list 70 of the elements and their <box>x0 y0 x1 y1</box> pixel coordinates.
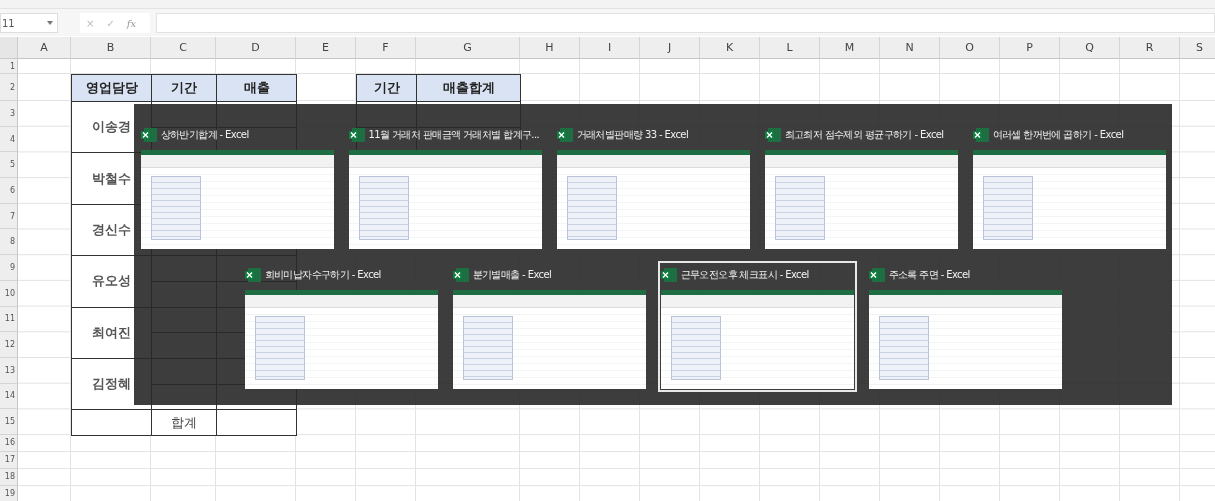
header-cell: 기간 <box>356 74 417 102</box>
name-box[interactable]: 11 <box>0 13 58 33</box>
row-header[interactable]: 12 <box>0 332 18 358</box>
column-header[interactable]: Q <box>1060 37 1120 59</box>
app-icon <box>868 268 885 282</box>
window-switcher-item[interactable]: 회비미납자수구하기 - Excel <box>241 261 441 392</box>
column-header[interactable]: E <box>296 37 356 59</box>
row-header[interactable]: 7 <box>0 203 18 230</box>
column-header[interactable]: D <box>216 37 296 59</box>
column-header[interactable]: R <box>1120 37 1180 59</box>
window-switcher-item[interactable]: 최고최저 점수제외 평균구하기 - Excel <box>761 121 961 252</box>
total-label: 합계 <box>151 409 217 436</box>
window-switcher-item[interactable]: 11월 거래처 판매금액 거래처별 합계구... <box>345 121 545 252</box>
column-header[interactable]: N <box>880 37 940 59</box>
column-header[interactable]: S <box>1180 37 1215 59</box>
app-icon <box>140 128 157 142</box>
app-icon <box>660 268 677 282</box>
row-header[interactable]: 8 <box>0 229 18 256</box>
app-icon <box>764 128 781 142</box>
column-header[interactable]: L <box>760 37 820 59</box>
column-header[interactable]: G <box>416 37 520 59</box>
column-header[interactable]: B <box>71 37 151 59</box>
row-header[interactable]: 6 <box>0 178 18 204</box>
window-switcher-item[interactable]: 분기별매출 - Excel <box>449 261 649 392</box>
app-icon <box>556 128 573 142</box>
header-cell: 영업담당 <box>71 74 152 102</box>
app-icon <box>452 268 469 282</box>
header-cell: 매출합계 <box>416 74 521 102</box>
row-header[interactable]: 1 <box>0 59 18 74</box>
row-header[interactable]: 14 <box>0 383 18 410</box>
window-title: 회비미납자수구하기 - Excel <box>264 268 381 282</box>
window-title: 근무오전오후 체크표시 - Excel <box>680 268 809 282</box>
app-icon <box>244 268 261 282</box>
window-title: 거래처별판매량 33 - Excel <box>576 128 689 142</box>
row-header[interactable]: 10 <box>0 280 18 307</box>
cell-reference: 11 <box>2 17 15 29</box>
row-header[interactable]: 4 <box>0 126 18 153</box>
window-title: 최고최저 점수제외 평균구하기 - Excel <box>784 128 944 142</box>
column-header[interactable]: F <box>356 37 416 59</box>
app-icon <box>972 128 989 142</box>
row-header[interactable]: 3 <box>0 101 18 127</box>
column-header[interactable]: O <box>940 37 1000 59</box>
column-header[interactable]: K <box>700 37 760 59</box>
row-header[interactable]: 13 <box>0 357 18 384</box>
column-header[interactable]: I <box>580 37 640 59</box>
window-switcher-item[interactable]: 여러셀 한꺼번에 곱하기 - Excel <box>969 121 1169 252</box>
row-header[interactable]: 11 <box>0 306 18 333</box>
row-header[interactable]: 5 <box>0 152 18 179</box>
column-header[interactable]: P <box>1000 37 1060 59</box>
row-header[interactable]: 15 <box>0 409 18 435</box>
column-header[interactable]: A <box>18 37 71 59</box>
window-title: 주소록 주면 - Excel <box>888 268 970 282</box>
column-header[interactable]: M <box>820 37 880 59</box>
window-title: 여러셀 한꺼번에 곱하기 - Excel <box>992 128 1124 142</box>
caret-icon[interactable] <box>47 21 53 25</box>
column-header[interactable]: C <box>151 37 216 59</box>
window-title: 분기별매출 - Excel <box>472 268 552 282</box>
window-switcher-item[interactable]: 주소록 주면 - Excel <box>865 261 1065 392</box>
window-switcher-item[interactable]: 거래처별판매량 33 - Excel <box>553 121 753 252</box>
app-icon <box>348 128 365 142</box>
column-header[interactable]: H <box>520 37 580 59</box>
header-cell: 매출 <box>216 74 297 102</box>
formula-input[interactable] <box>156 13 1215 33</box>
window-title: 상하반기합계 - Excel <box>160 128 249 142</box>
window-title: 11월 거래처 판매금액 거래처별 합계구... <box>368 128 540 142</box>
header-cell: 기간 <box>151 74 217 102</box>
column-header[interactable]: J <box>640 37 700 59</box>
row-header[interactable]: 9 <box>0 255 18 281</box>
window-switcher-item[interactable]: 근무오전오후 체크표시 - Excel <box>657 261 857 392</box>
row-header[interactable]: 2 <box>0 74 18 101</box>
